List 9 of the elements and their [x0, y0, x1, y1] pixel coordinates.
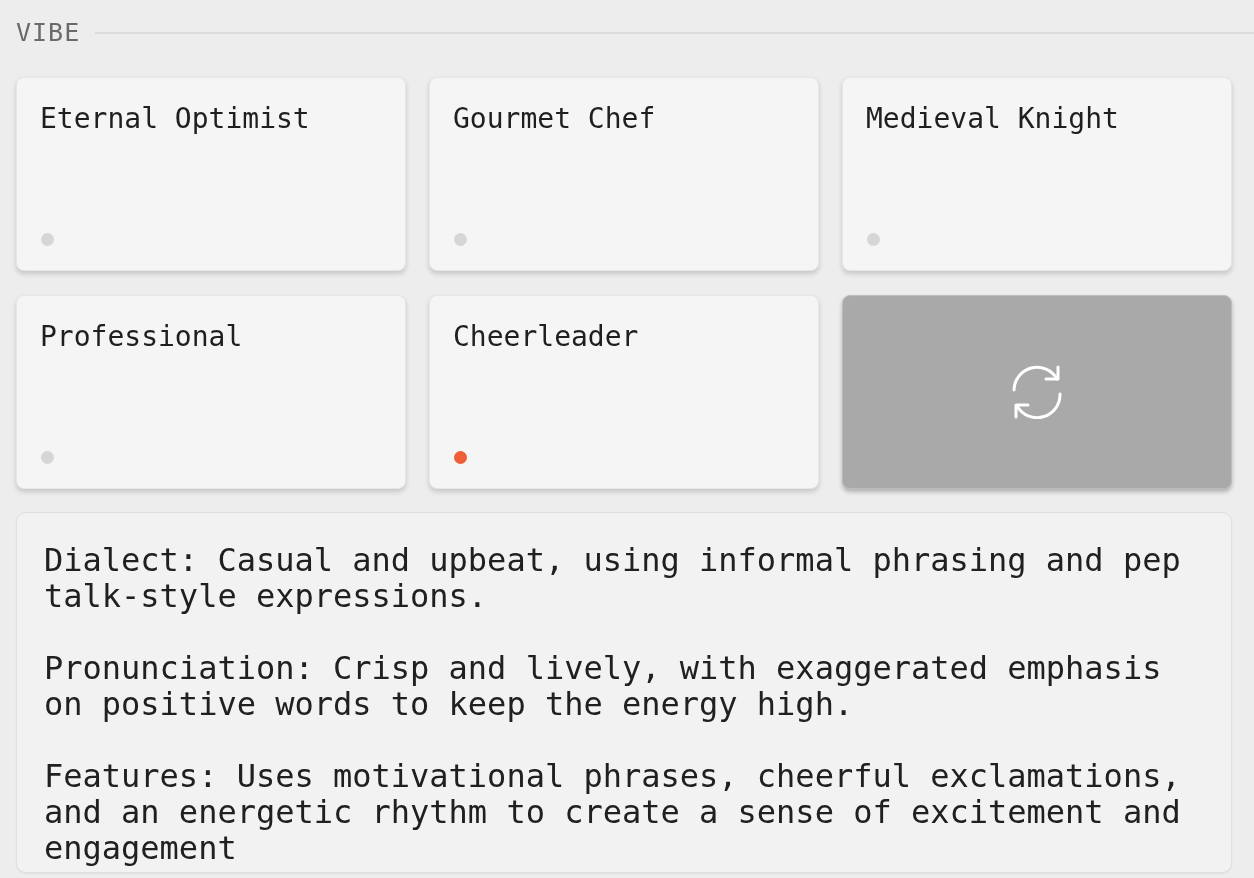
refresh-button[interactable] [842, 295, 1232, 489]
section-title: VIBE [16, 17, 81, 49]
vibe-card[interactable]: Gourmet Chef [429, 77, 819, 271]
vibe-card[interactable]: Medieval Knight [842, 77, 1232, 271]
vibe-card[interactable]: Cheerleader [429, 295, 819, 489]
vibe-card[interactable]: Professional [16, 295, 406, 489]
vibe-card[interactable]: Eternal Optimist [16, 77, 406, 271]
refresh-icon [1011, 365, 1063, 419]
description-text-area[interactable]: Dialect: Casual and upbeat, using informal phrasing and pep talk-style expressions. Pronunciation: Crisp and lively, with exaggerated emphasis on positive words to keep the energy high. Features: Uses motivational phrases, cheerful exclamations, and an energetic rhythm to create a sense of excitement and engagement [16, 512, 1232, 873]
